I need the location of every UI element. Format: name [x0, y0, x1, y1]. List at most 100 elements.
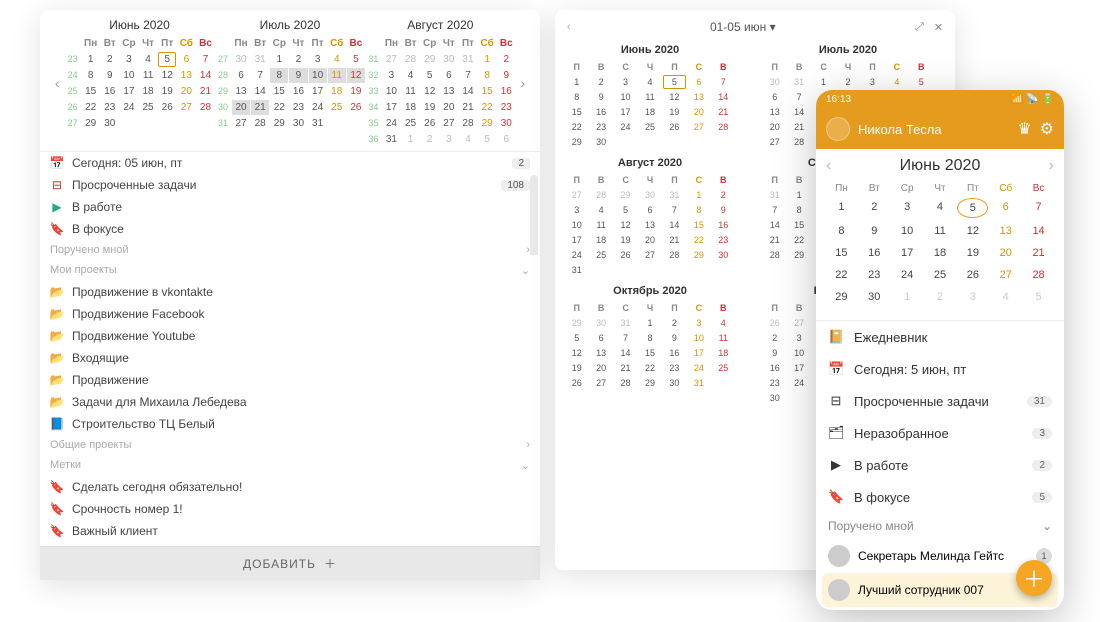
calendar-day[interactable]: 27	[787, 316, 810, 330]
prev-month-button[interactable]: ‹	[50, 18, 64, 147]
calendar-day[interactable]: 28	[663, 248, 686, 262]
calendar-day[interactable]: 1	[638, 316, 661, 330]
calendar-day[interactable]: 1	[812, 75, 835, 89]
calendar-day[interactable]: 21	[1023, 244, 1054, 262]
calendar-day[interactable]: 28	[589, 188, 612, 202]
inwork-row[interactable]: ▶ В работе	[40, 196, 540, 218]
calendar-day[interactable]: 6	[990, 198, 1021, 218]
calendar-day[interactable]: 29	[787, 248, 810, 262]
calendar-day[interactable]: 27	[763, 135, 786, 149]
calendar-day[interactable]: 7	[196, 52, 214, 67]
calendar-day[interactable]: 21	[614, 361, 637, 375]
calendar-day[interactable]: 5	[565, 331, 588, 345]
calendar-day[interactable]: 27	[687, 120, 710, 134]
project-row[interactable]: 📂Продвижение в vkontakte	[40, 281, 540, 303]
calendar-day[interactable]: 20	[177, 84, 195, 99]
calendar-day[interactable]: 28	[1023, 266, 1054, 284]
calendar-day[interactable]: 15	[565, 105, 588, 119]
calendar-day[interactable]	[158, 116, 176, 131]
calendar-day[interactable]: 18	[328, 84, 346, 99]
calendar-day[interactable]: 7	[787, 90, 810, 104]
calendar-day[interactable]: 9	[589, 90, 612, 104]
calendar-day[interactable]: 23	[663, 361, 686, 375]
calendar-day[interactable]: 14	[712, 90, 735, 104]
calendar-day[interactable]: 22	[478, 100, 496, 115]
dropdown-icon[interactable]: ▾	[770, 20, 776, 34]
calendar-day[interactable]: 26	[421, 116, 439, 131]
calendar-day[interactable]: 27	[232, 116, 250, 131]
calendar-day[interactable]: 20	[687, 105, 710, 119]
calendar-day[interactable]: 19	[421, 100, 439, 115]
calendar-day[interactable]: 10	[382, 84, 400, 99]
next-month-button[interactable]: ›	[516, 18, 530, 147]
calendar-day[interactable]: 2	[859, 198, 890, 218]
calendar-day[interactable]: 9	[663, 331, 686, 345]
calendar-day[interactable]: 29	[565, 316, 588, 330]
calendar-day[interactable]: 14	[787, 105, 810, 119]
calendar-day[interactable]: 15	[638, 346, 661, 360]
calendar-day[interactable]: 30	[497, 116, 515, 131]
calendar-day[interactable]: 28	[763, 248, 786, 262]
calendar-day[interactable]: 28	[787, 135, 810, 149]
calendar-day[interactable]: 3	[382, 68, 400, 83]
section-shared[interactable]: Общие проекты ›	[40, 435, 540, 455]
calendar-day[interactable]: 29	[638, 376, 661, 390]
calendar-day[interactable]	[1023, 310, 1054, 316]
project-row[interactable]: 📂Продвижение	[40, 369, 540, 391]
calendar-day[interactable]: 6	[763, 90, 786, 104]
calendar-day[interactable]: 28	[251, 116, 269, 131]
calendar-day[interactable]: 17	[309, 84, 327, 99]
calendar-day[interactable]: 27	[589, 376, 612, 390]
calendar-day[interactable]: 22	[787, 233, 810, 247]
section-my-projects[interactable]: Мои проекты ⌄	[40, 260, 540, 281]
calendar-day[interactable]: 12	[347, 68, 365, 83]
calendar-day[interactable]: 10	[687, 331, 710, 345]
calendar-day[interactable]: 25	[925, 266, 956, 284]
calendar-day[interactable]	[196, 116, 214, 131]
calendar-day[interactable]: 10	[892, 222, 923, 240]
calendar-day[interactable]: 21	[251, 100, 269, 115]
calendar-day[interactable]: 21	[663, 233, 686, 247]
expand-icon[interactable]: ⤢	[915, 21, 924, 34]
calendar-day[interactable]: 16	[589, 105, 612, 119]
calendar-day[interactable]: 4	[459, 132, 477, 147]
calendar-day[interactable]: 8	[478, 68, 496, 83]
scrollbar[interactable]	[530, 175, 538, 475]
calendar-day[interactable]: 3	[787, 331, 810, 345]
calendar-day[interactable]: 24	[382, 116, 400, 131]
menu-row[interactable]: 🔖В фокусе5	[816, 481, 1064, 513]
calendar-day[interactable]: 30	[589, 135, 612, 149]
calendar-day[interactable]: 20	[232, 100, 250, 115]
calendar-day[interactable]: 28	[196, 100, 214, 115]
calendar-day[interactable]: 26	[158, 100, 176, 115]
calendar-day[interactable]: 29	[478, 116, 496, 131]
calendar-day[interactable]: 2	[101, 52, 119, 67]
calendar-day[interactable]: 5	[347, 52, 365, 67]
calendar-day[interactable]: 3	[120, 52, 138, 67]
calendar-day[interactable]: 2	[589, 75, 612, 89]
calendar-day[interactable]: 4	[712, 316, 735, 330]
calendar-day[interactable]: 16	[101, 84, 119, 99]
calendar-day[interactable]: 28	[614, 376, 637, 390]
calendar-day[interactable]: 3	[440, 132, 458, 147]
calendar-day[interactable]: 5	[614, 203, 637, 217]
tag-row[interactable]: 🔖Сделать сегодня обязательно!	[40, 476, 540, 498]
calendar-day[interactable]: 29	[614, 188, 637, 202]
calendar-day[interactable]: 4	[925, 198, 956, 218]
calendar-day[interactable]	[712, 135, 735, 149]
calendar-day[interactable]: 10	[565, 218, 588, 232]
calendar-day[interactable]: 22	[638, 361, 661, 375]
calendar-day[interactable]: 14	[459, 84, 477, 99]
calendar-day[interactable]: 15	[478, 84, 496, 99]
calendar-day[interactable]: 19	[158, 84, 176, 99]
calendar-day[interactable]: 27	[382, 52, 400, 67]
calendar-day[interactable]: 2	[289, 52, 307, 67]
calendar-day[interactable]: 11	[638, 90, 661, 104]
calendar-day[interactable]: 30	[763, 391, 786, 405]
calendar-day[interactable]	[925, 310, 956, 316]
calendar-day[interactable]: 21	[196, 84, 214, 99]
calendar-day[interactable]: 30	[101, 116, 119, 131]
calendar-day[interactable]: 6	[177, 52, 195, 67]
calendar-day[interactable]: 12	[158, 68, 176, 83]
calendar-day[interactable]: 2	[925, 288, 956, 306]
